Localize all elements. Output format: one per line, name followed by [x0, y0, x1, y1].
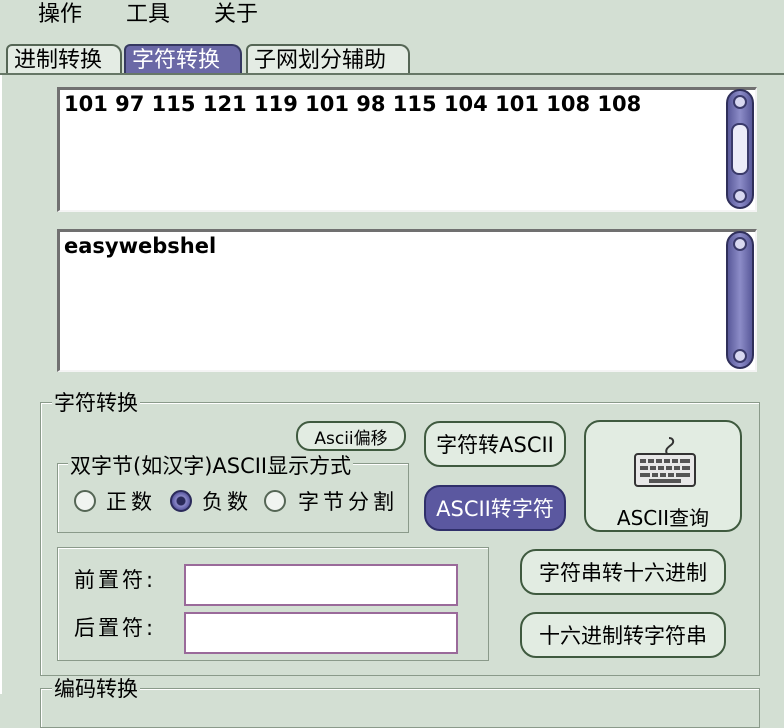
suffix-input[interactable]	[184, 612, 458, 654]
scrollbar-top[interactable]	[726, 89, 754, 209]
char-input-text: easywebshel	[64, 234, 217, 258]
ascii-offset-button[interactable]: Ascii偏移	[296, 421, 406, 451]
menu-about[interactable]: 关于	[214, 0, 258, 32]
prefix-label: 前置符:	[74, 568, 157, 592]
char-conversion-legend: 字符转换	[52, 391, 140, 415]
radio-byte-split-label: 字节分割	[298, 490, 394, 514]
menu-tools[interactable]: 工具	[126, 0, 170, 32]
radio-negative-label: 负数	[202, 490, 252, 514]
encoding-conversion-group	[40, 688, 760, 728]
scrollbar-bottom[interactable]	[726, 231, 754, 369]
ascii-output-textarea[interactable]: 101 97 115 121 119 101 98 115 104 101 10…	[57, 87, 757, 212]
scroll-up-icon[interactable]	[733, 95, 747, 109]
tab-base-conversion[interactable]: 进制转换	[6, 44, 122, 74]
radio-positive[interactable]	[74, 490, 96, 512]
ascii-lookup-button[interactable]: ASCII查询	[584, 420, 742, 532]
hex-to-string-button[interactable]: 十六进制转字符串	[520, 612, 726, 658]
menu-bar: 操作 工具 关于	[0, 0, 784, 34]
tab-char-conversion[interactable]: 字符转换	[124, 44, 242, 74]
keyboard-icon	[634, 437, 696, 487]
encoding-conversion-legend: 编码转换	[52, 677, 140, 701]
tab-subnet-helper[interactable]: 子网划分辅助	[246, 44, 410, 74]
ascii-lookup-label: ASCII查询	[616, 506, 710, 530]
scroll-thumb[interactable]	[731, 123, 749, 175]
scroll-up-icon[interactable]	[733, 237, 747, 251]
char-input-textarea[interactable]: easywebshel	[57, 229, 757, 372]
radio-positive-label: 正数	[106, 490, 156, 514]
ascii-output-text: 101 97 115 121 119 101 98 115 104 101 10…	[64, 92, 642, 116]
prefix-input[interactable]	[184, 564, 458, 606]
dbcs-display-legend: 双字节(如汉字)ASCII显示方式	[68, 454, 354, 478]
radio-byte-split[interactable]	[264, 490, 286, 512]
menu-operate[interactable]: 操作	[38, 0, 82, 32]
string-to-hex-button[interactable]: 字符串转十六进制	[520, 549, 726, 595]
ascii-to-char-button[interactable]: ASCII转字符	[424, 485, 566, 531]
scroll-down-icon[interactable]	[733, 189, 747, 203]
radio-negative[interactable]	[170, 490, 192, 512]
suffix-label: 后置符:	[74, 616, 157, 640]
char-to-ascii-button[interactable]: 字符转ASCII	[424, 421, 566, 467]
scroll-down-icon[interactable]	[733, 349, 747, 363]
radio-row: 正数 负数 字节分割	[64, 484, 394, 518]
